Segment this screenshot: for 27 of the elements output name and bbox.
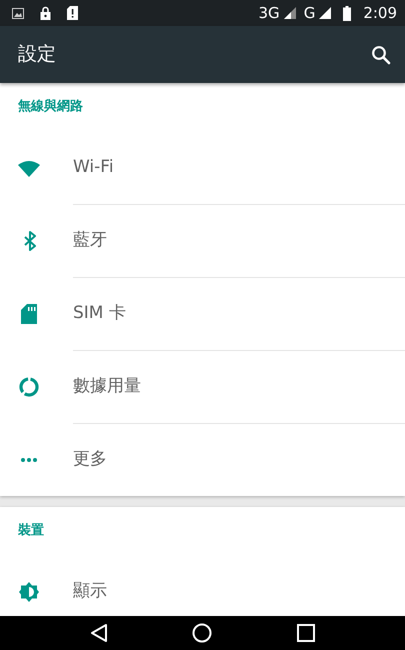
settings-item[interactable]: 藍牙 — [0, 204, 405, 277]
image-icon — [12, 8, 24, 18]
sd-card-icon — [21, 304, 37, 324]
home-icon[interactable] — [192, 623, 212, 643]
recent-apps-icon[interactable] — [296, 624, 315, 642]
settings-item[interactable]: 更多 — [0, 423, 405, 496]
back-icon[interactable] — [90, 623, 108, 643]
more-icon — [20, 456, 38, 462]
screen-title: 設定 — [18, 42, 56, 68]
network-label: 3G — [258, 6, 280, 20]
settings-item[interactable]: Wi-Fi — [0, 131, 405, 204]
section-header: 無線與網路 — [18, 98, 83, 116]
signal-icon — [319, 7, 332, 19]
signal-icon — [284, 7, 296, 19]
wifi-icon — [17, 158, 41, 176]
settings-item[interactable]: 數據用量 — [0, 350, 405, 423]
sim-alert-icon — [67, 6, 78, 20]
status-time: 2:09 — [363, 6, 397, 20]
brightness-icon — [19, 582, 39, 602]
battery-icon — [343, 6, 352, 20]
lock-icon — [40, 6, 51, 20]
section-header: 裝置 — [18, 522, 44, 540]
search-icon[interactable] — [371, 44, 391, 64]
data-usage-icon — [19, 376, 39, 396]
network-label: G — [304, 6, 316, 20]
settings-item[interactable]: SIM 卡 — [0, 277, 405, 350]
settings-item[interactable]: 顯示 — [0, 555, 405, 616]
